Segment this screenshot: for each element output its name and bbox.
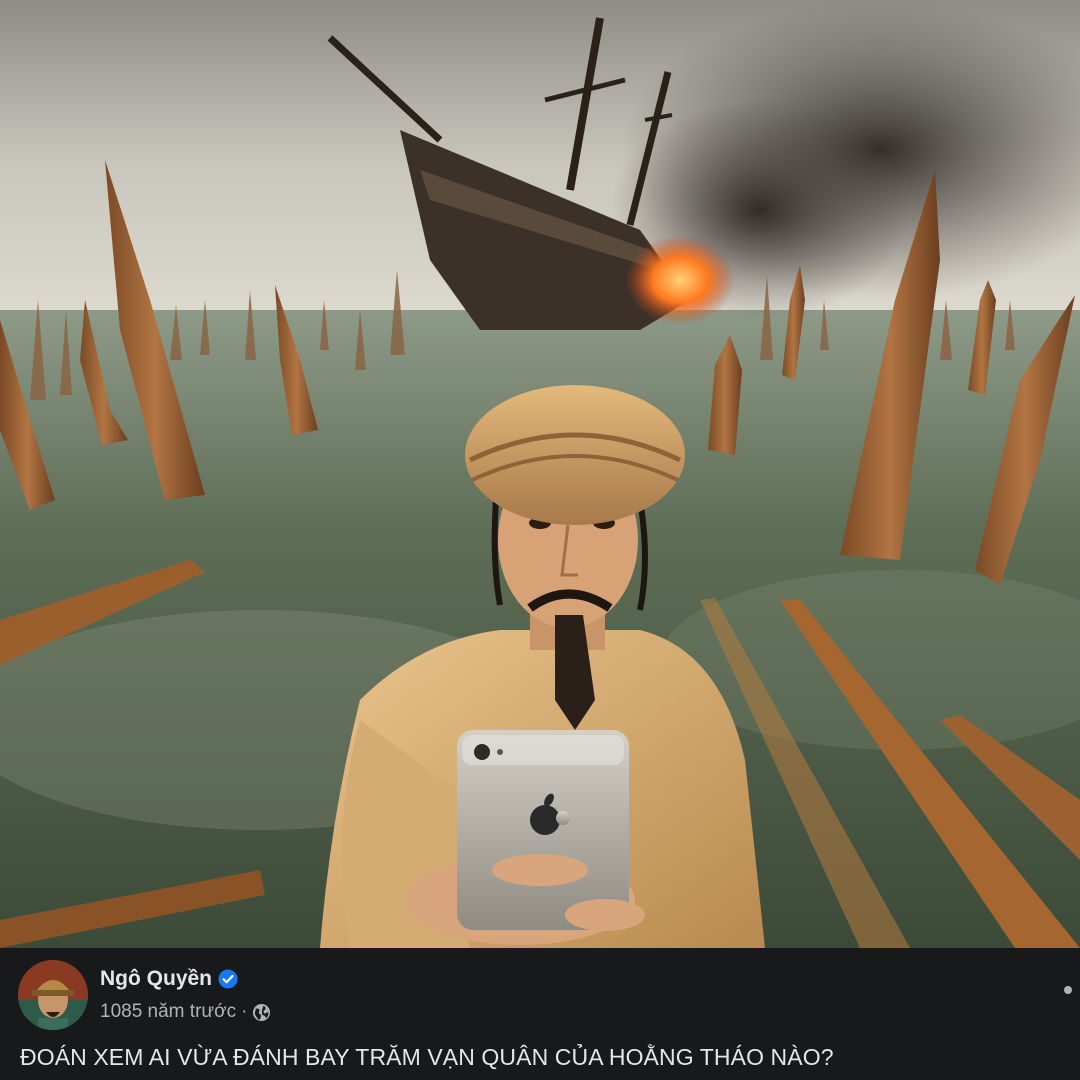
post-photo[interactable] (0, 0, 1080, 948)
avatar[interactable] (18, 960, 88, 1030)
facebook-post-screenshot: Ngô Quyền 1085 năm trước · ĐOÁN XEM AI V… (0, 0, 1080, 1080)
post-meta: 1085 năm trước · (100, 1000, 271, 1024)
post-timestamp[interactable]: 1085 năm trước (100, 1001, 236, 1023)
meta-separator: · (241, 1001, 248, 1022)
globe-icon[interactable] (252, 1003, 271, 1022)
warrior-avatar-icon (18, 960, 88, 1030)
author-name[interactable]: Ngô Quyền (100, 967, 212, 991)
post-caption: ĐOÁN XEM AI VỪA ĐÁNH BAY TRĂM VẠN QUÂN C… (20, 1044, 834, 1070)
post-header: Ngô Quyền 1085 năm trước · ĐOÁN XEM AI V… (0, 948, 1080, 1080)
selfie-illustration (0, 0, 1080, 948)
verified-badge-icon (218, 969, 238, 989)
more-options-icon[interactable] (1064, 986, 1072, 994)
author-row: Ngô Quyền (100, 966, 238, 992)
